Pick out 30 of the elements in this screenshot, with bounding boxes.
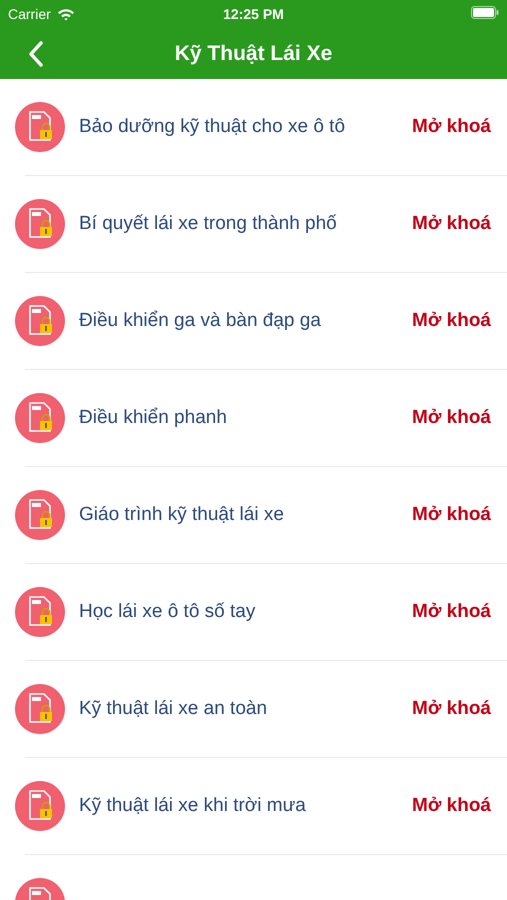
back-icon[interactable] xyxy=(28,40,44,66)
unlock-link[interactable]: Mở khoá xyxy=(412,310,491,332)
lesson-title[interactable]: Kỹ thuật lái xe an toàn xyxy=(79,698,412,720)
lesson-title[interactable]: Điều khiển phanh xyxy=(79,407,412,429)
locked-pdf-icon xyxy=(15,296,65,346)
lesson-title[interactable]: Bảo dưỡng kỹ thuật cho xe ô tô xyxy=(79,116,412,138)
unlock-link[interactable]: Mở khoá xyxy=(412,213,491,235)
locked-pdf-icon xyxy=(15,102,65,152)
locked-pdf-icon xyxy=(15,781,65,831)
lesson-title[interactable]: Kỹ thuật lái xe khi trời mưa xyxy=(79,795,412,817)
lesson-title[interactable]: Điều khiển ga và bàn đạp ga xyxy=(79,310,412,332)
locked-pdf-icon xyxy=(15,393,65,443)
unlock-link[interactable]: Mở khoá xyxy=(412,504,491,526)
locked-pdf-icon xyxy=(15,199,65,249)
status-time: 12:25 PM xyxy=(223,6,284,22)
lesson-title[interactable]: Bí quyết lái xe trong thành phố xyxy=(79,213,412,235)
unlock-link[interactable]: Mở khoá xyxy=(412,116,491,138)
locked-pdf-icon xyxy=(15,587,65,637)
nav-title: Kỹ Thuật Lái Xe xyxy=(174,42,332,66)
unlock-link[interactable]: Mở khoá xyxy=(412,698,491,720)
carrier-label: Carrier xyxy=(8,6,51,22)
unlock-link[interactable]: Mở khoá xyxy=(412,795,491,817)
battery-icon xyxy=(471,6,499,19)
locked-pdf-icon xyxy=(15,684,65,734)
locked-pdf-icon xyxy=(15,490,65,540)
lesson-title[interactable]: Giáo trình kỹ thuật lái xe xyxy=(79,504,412,526)
unlock-link[interactable]: Mở khoá xyxy=(412,407,491,429)
lesson-title[interactable]: Học lái xe ô tô số tay xyxy=(79,601,412,623)
unlock-link[interactable]: Mở khoá xyxy=(412,601,491,623)
wifi-icon xyxy=(56,8,75,20)
